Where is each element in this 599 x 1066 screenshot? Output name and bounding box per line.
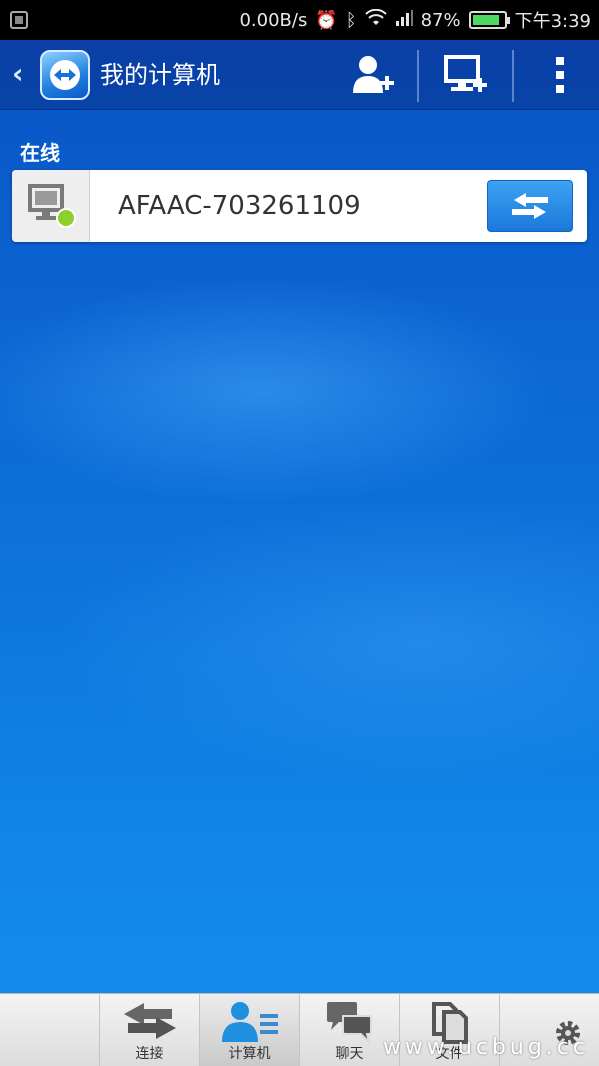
swap-arrows-icon bbox=[512, 193, 548, 219]
connect-button[interactable] bbox=[487, 180, 573, 232]
notification-icon bbox=[10, 11, 28, 29]
network-speed: 0.00B/s bbox=[239, 9, 308, 31]
tab-connect-label: 连接 bbox=[135, 1046, 164, 1062]
status-bar: 0.00B/s ⏰ ᛒ 87% 下午3:39 bbox=[0, 0, 599, 40]
battery-icon bbox=[468, 11, 510, 29]
divider bbox=[512, 50, 514, 102]
tab-computers[interactable]: 计算机 bbox=[200, 994, 300, 1066]
bottom-navigation: 连接 计算机 聊天 文件 www.ucbug.cc bbox=[0, 993, 599, 1066]
computer-list-item[interactable]: AFAAC-703261109 bbox=[12, 170, 587, 242]
computer-icon bbox=[28, 184, 76, 228]
signal-icon bbox=[395, 9, 413, 31]
background bbox=[0, 0, 599, 1066]
divider bbox=[417, 50, 419, 102]
computer-name: AFAAC-703261109 bbox=[118, 191, 361, 221]
page-title: 我的计算机 bbox=[100, 61, 220, 89]
online-status-dot bbox=[56, 208, 76, 228]
contacts-icon bbox=[221, 1002, 278, 1042]
tab-computers-label: 计算机 bbox=[228, 1046, 271, 1062]
alarm-icon: ⏰ bbox=[315, 9, 338, 31]
battery-percent: 87% bbox=[420, 9, 461, 31]
bluetooth-icon: ᛒ bbox=[345, 9, 357, 31]
nav-spacer bbox=[0, 994, 100, 1066]
more-vert-icon bbox=[556, 57, 564, 93]
computer-status-cell bbox=[12, 170, 90, 242]
action-bar: ‹ 我的计算机 bbox=[0, 40, 599, 110]
tab-connect[interactable]: 连接 bbox=[100, 994, 200, 1066]
section-header-online: 在线 bbox=[20, 141, 60, 165]
clock: 下午3:39 bbox=[514, 11, 591, 32]
add-contact-icon bbox=[353, 56, 394, 93]
add-computer-icon bbox=[444, 55, 487, 92]
overflow-menu-button[interactable] bbox=[520, 40, 599, 110]
watermark: www.ucbug.cc bbox=[382, 1035, 589, 1060]
back-icon[interactable]: ‹ bbox=[12, 60, 24, 88]
add-computer-button[interactable] bbox=[426, 40, 506, 110]
wifi-icon bbox=[364, 8, 387, 32]
add-contact-button[interactable] bbox=[333, 40, 413, 110]
swap-arrows-icon bbox=[123, 1003, 176, 1039]
teamviewer-logo-icon[interactable] bbox=[40, 50, 90, 100]
chat-icon bbox=[326, 1002, 372, 1044]
